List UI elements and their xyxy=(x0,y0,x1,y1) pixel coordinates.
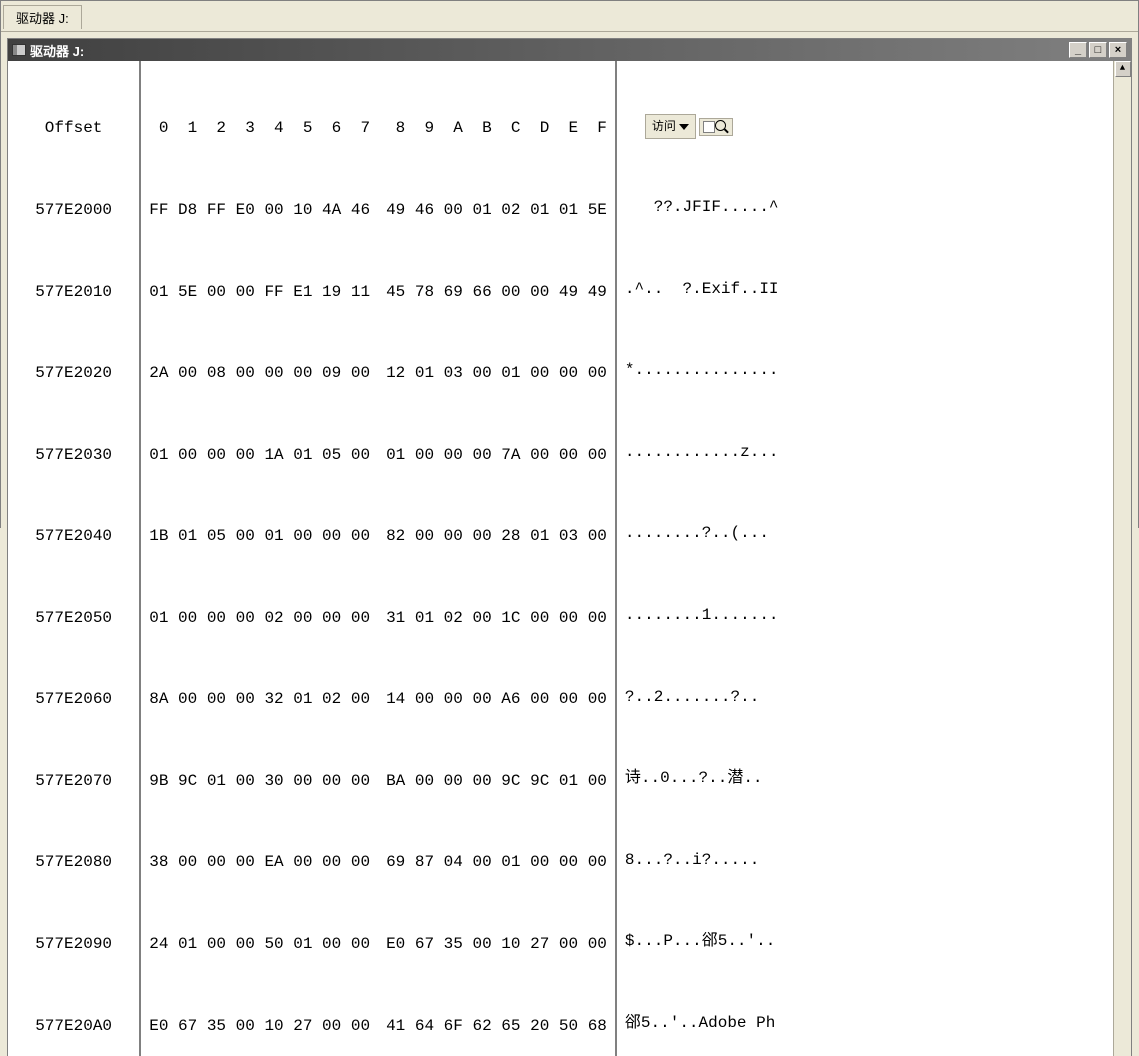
hex-cell[interactable]: 24 01 00 00 50 01 00 00 xyxy=(149,931,370,958)
access-label: 访问 xyxy=(652,116,676,136)
hex-cell[interactable]: 41 64 6F 62 65 20 50 68 xyxy=(386,1013,607,1040)
ascii-cell[interactable]: ........1....... xyxy=(625,602,1105,629)
hex-cell[interactable]: 01 00 00 00 02 00 00 00 xyxy=(149,605,370,632)
hex-header-2: 8 9 A B C D E F xyxy=(386,115,607,142)
offset-cell[interactable]: 577E2020 xyxy=(16,360,131,387)
hex-cell[interactable]: 14 00 00 00 A6 00 00 00 xyxy=(386,686,607,713)
ascii-cell[interactable]: 郤5..'..Adobe Ph xyxy=(625,1010,1105,1037)
ascii-cell[interactable]: ........?..(... xyxy=(625,520,1105,547)
hex-cell[interactable]: E0 67 35 00 10 27 00 00 xyxy=(386,931,607,958)
ascii-cell[interactable]: 8...?..i?..... xyxy=(625,847,1105,874)
close-button[interactable]: × xyxy=(1109,42,1127,58)
offset-cell[interactable]: 577E2050 xyxy=(16,605,131,632)
ascii-cell[interactable]: *............... xyxy=(625,357,1105,384)
outer-tab-bar: 驱动器 J: xyxy=(1,1,1138,32)
offset-cell[interactable]: 577E2030 xyxy=(16,442,131,469)
drive-icon xyxy=(12,44,26,56)
checkbox-icon xyxy=(703,121,715,133)
hex-cell[interactable]: 1B 01 05 00 01 00 00 00 xyxy=(149,523,370,550)
offset-cell[interactable]: 577E2060 xyxy=(16,686,131,713)
ascii-cell[interactable]: ?..2.......?.. xyxy=(625,684,1105,711)
maximize-button[interactable]: □ xyxy=(1089,42,1107,58)
ascii-cell[interactable]: ............z... xyxy=(625,439,1105,466)
chevron-down-icon xyxy=(679,124,689,130)
offset-cell[interactable]: 577E2070 xyxy=(16,768,131,795)
drive-tab[interactable]: 驱动器 J: xyxy=(3,5,82,29)
offset-cell[interactable]: 577E2000 xyxy=(16,197,131,224)
hex-group-0-7: 0 1 2 3 4 5 6 7 FF D8 FF E0 00 10 4A 46 … xyxy=(149,61,370,1056)
hex-editor-window: 驱动器 J: _ □ × Offset 577E2000 577E2010 57… xyxy=(7,38,1132,1056)
access-button[interactable]: 访问 xyxy=(645,114,696,138)
ascii-column: 访问 ??.JFIF.....^ .^.. ?.Exif..II xyxy=(617,61,1113,1056)
access-toolbar: 访问 xyxy=(645,114,733,138)
ascii-cell[interactable]: $...P...郤5..'.. xyxy=(625,928,1105,955)
hex-area: Offset 577E2000 577E2010 577E2020 577E20… xyxy=(8,61,1131,1056)
hex-cell[interactable]: 31 01 02 00 1C 00 00 00 xyxy=(386,605,607,632)
hex-header-1: 0 1 2 3 4 5 6 7 xyxy=(149,115,370,142)
hex-cell[interactable]: 01 5E 00 00 FF E1 19 11 xyxy=(149,279,370,306)
offset-cell[interactable]: 577E20A0 xyxy=(16,1013,131,1040)
hex-main: Offset 577E2000 577E2010 577E2020 577E20… xyxy=(8,61,1113,1056)
scroll-up-button[interactable]: ▲ xyxy=(1115,61,1131,77)
ascii-cell[interactable]: 诗..0...?..潜.. xyxy=(625,765,1105,792)
outer-window: 驱动器 J: 驱动器 J: _ □ × Offset 577E2000 xyxy=(0,0,1139,528)
ascii-header: 访问 xyxy=(625,115,1105,139)
hex-cell[interactable]: 49 46 00 01 02 01 01 5E xyxy=(386,197,607,224)
inner-title-text: 驱动器 J: xyxy=(30,41,84,60)
hex-cell[interactable]: 82 00 00 00 28 01 03 00 xyxy=(386,523,607,550)
inner-titlebar: 驱动器 J: _ □ × xyxy=(8,39,1131,61)
hex-cell[interactable]: 45 78 69 66 00 00 49 49 xyxy=(386,279,607,306)
search-icon xyxy=(715,120,729,134)
hex-cell[interactable]: 01 00 00 00 7A 00 00 00 xyxy=(386,442,607,469)
hex-cell[interactable]: 2A 00 08 00 00 00 09 00 xyxy=(149,360,370,387)
offset-cell[interactable]: 577E2080 xyxy=(16,849,131,876)
ascii-cell[interactable]: ??.JFIF.....^ xyxy=(625,194,1105,221)
inner-title-group: 驱动器 J: xyxy=(12,41,84,60)
hex-cell[interactable]: BA 00 00 00 9C 9C 01 00 xyxy=(386,768,607,795)
hex-cell[interactable]: 12 01 03 00 01 00 00 00 xyxy=(386,360,607,387)
hex-group-8-f: 8 9 A B C D E F 49 46 00 01 02 01 01 5E … xyxy=(370,61,607,1056)
vertical-scrollbar[interactable]: ▲ xyxy=(1113,61,1131,1056)
hex-cell[interactable]: 01 00 00 00 1A 01 05 00 xyxy=(149,442,370,469)
hex-cell[interactable]: 8A 00 00 00 32 01 02 00 xyxy=(149,686,370,713)
offset-cell[interactable]: 577E2090 xyxy=(16,931,131,958)
hex-cell[interactable]: E0 67 35 00 10 27 00 00 xyxy=(149,1013,370,1040)
offset-cell[interactable]: 577E2010 xyxy=(16,279,131,306)
search-toggle[interactable] xyxy=(699,118,733,136)
hex-cell[interactable]: FF D8 FF E0 00 10 4A 46 xyxy=(149,197,370,224)
ascii-cell[interactable]: .^.. ?.Exif..II xyxy=(625,276,1105,303)
offset-column: Offset 577E2000 577E2010 577E2020 577E20… xyxy=(8,61,141,1056)
outer-content: 驱动器 J: _ □ × Offset 577E2000 577E2010 57… xyxy=(1,32,1138,1056)
hex-column: 0 1 2 3 4 5 6 7 FF D8 FF E0 00 10 4A 46 … xyxy=(141,61,617,1056)
offset-header: Offset xyxy=(16,115,131,142)
hex-cell[interactable]: 9B 9C 01 00 30 00 00 00 xyxy=(149,768,370,795)
hex-cell[interactable]: 38 00 00 00 EA 00 00 00 xyxy=(149,849,370,876)
hex-cell[interactable]: 69 87 04 00 01 00 00 00 xyxy=(386,849,607,876)
offset-cell[interactable]: 577E2040 xyxy=(16,523,131,550)
minimize-button[interactable]: _ xyxy=(1069,42,1087,58)
window-controls: _ □ × xyxy=(1069,42,1127,58)
